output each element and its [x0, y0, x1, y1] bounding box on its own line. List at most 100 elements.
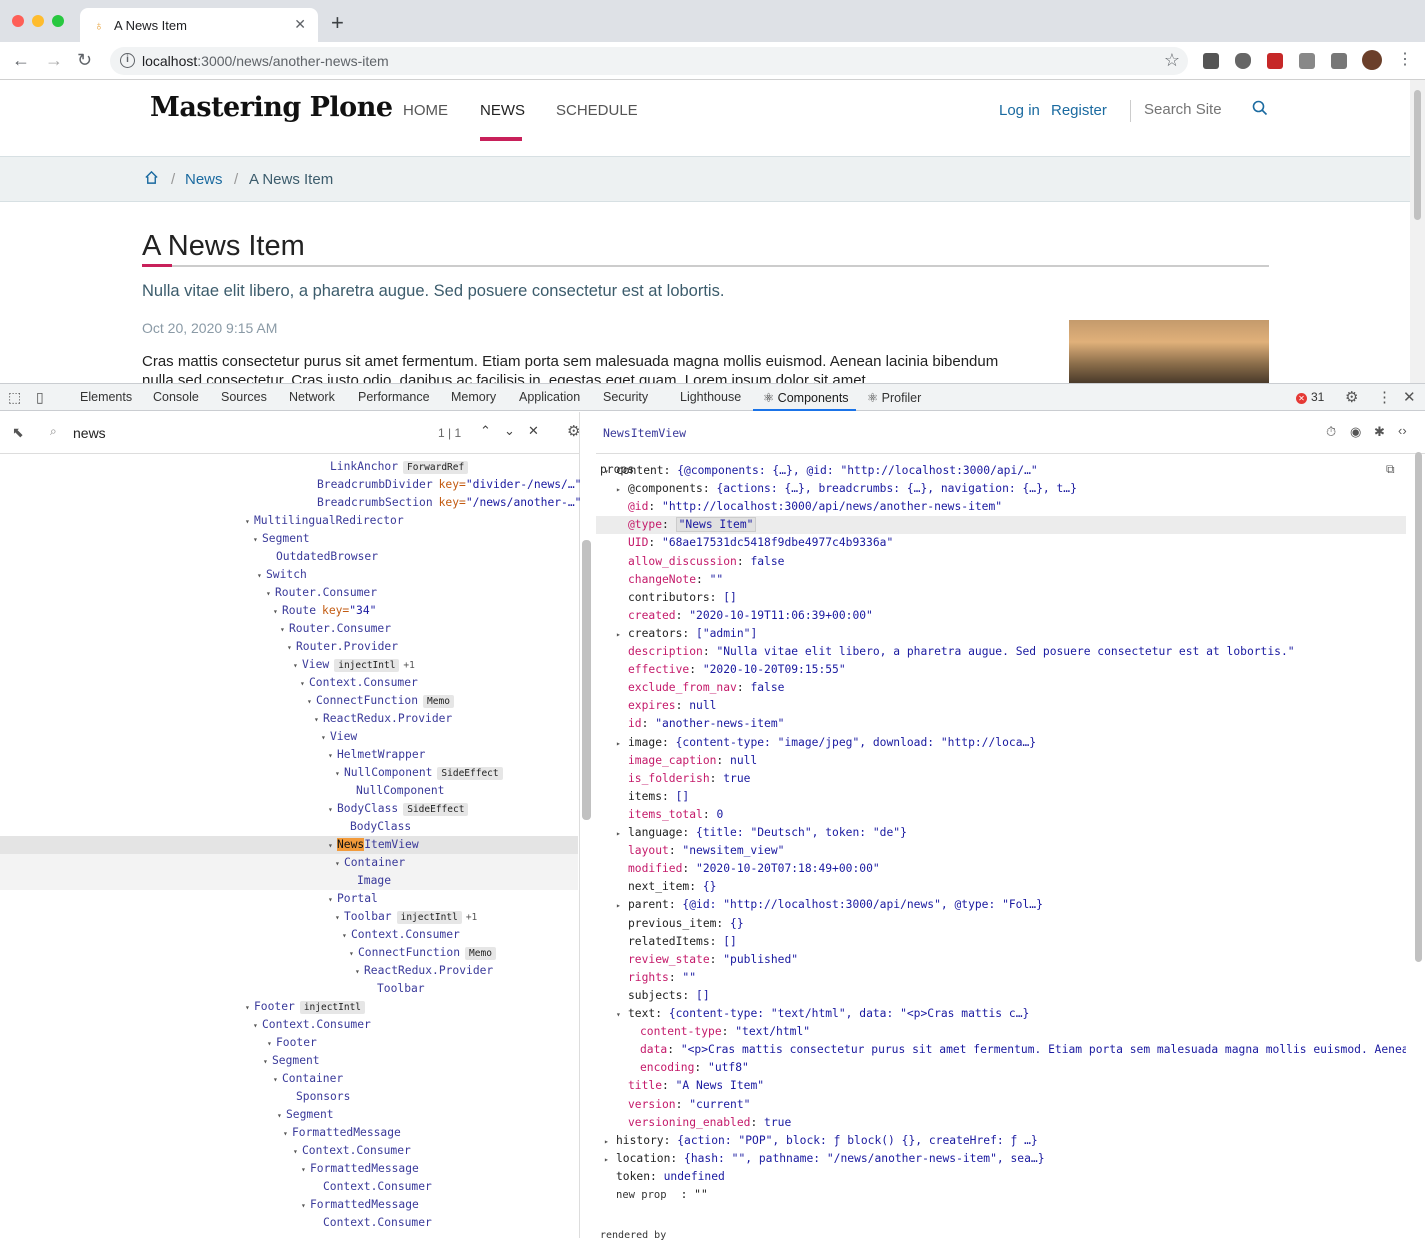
tree-row[interactable]: Toolbar	[0, 980, 578, 998]
devtools-tab-memory[interactable]: Memory	[451, 390, 496, 404]
devtools-tab-lighthouse[interactable]: Lighthouse	[680, 390, 741, 404]
tree-settings-gear-icon[interactable]: ⚙	[567, 422, 580, 440]
expand-arrow-icon[interactable]: ▾	[328, 891, 337, 909]
expand-arrow-icon[interactable]: ▾	[273, 603, 282, 621]
prop-row[interactable]: rights: ""	[596, 969, 1406, 987]
tree-row[interactable]: ▾ NewsItemView	[0, 836, 578, 854]
expand-arrow-icon[interactable]: ▾	[301, 1161, 310, 1179]
prop-row[interactable]: content-type: "text/html"	[596, 1023, 1406, 1041]
avatar[interactable]	[1362, 50, 1382, 70]
prop-value[interactable]: "utf8"	[708, 1061, 749, 1074]
select-element-icon[interactable]: ⬉	[12, 424, 24, 441]
prop-value[interactable]: true	[764, 1116, 791, 1129]
prop-value[interactable]: "2020-10-20T09:15:55"	[703, 663, 846, 676]
expand-arrow-icon[interactable]: ▾	[293, 657, 302, 675]
view-source-icon[interactable]: ‹›	[1398, 423, 1407, 438]
prop-row[interactable]: layout: "newsitem_view"	[596, 842, 1406, 860]
minimize-window-button[interactable]	[32, 15, 44, 27]
tree-row[interactable]: ▾ NullComponent SideEffect	[0, 764, 578, 782]
tree-row[interactable]: ▾ ReactRedux.Provider	[0, 710, 578, 728]
devtools-tab-application[interactable]: Application	[519, 390, 580, 404]
expand-arrow-icon[interactable]: ▸	[604, 1151, 616, 1168]
prop-value[interactable]: "text/html"	[735, 1025, 810, 1038]
expand-arrow-icon[interactable]: ▾	[314, 711, 323, 729]
eye-icon[interactable]: ◉	[1350, 424, 1361, 440]
inspect-element-icon[interactable]: ⬚	[8, 389, 21, 406]
expand-arrow-icon[interactable]: ▾	[253, 1017, 262, 1035]
prop-row[interactable]: is_folderish: true	[596, 770, 1406, 788]
prop-value[interactable]: {@components: {…}, @id: "http://localhos…	[677, 464, 1037, 477]
camera-icon[interactable]	[1299, 53, 1315, 69]
tree-row[interactable]: Context.Consumer	[0, 1178, 578, 1196]
expand-arrow-icon[interactable]: ▾	[263, 1053, 272, 1071]
prop-row[interactable]: ▸ @components: {actions: {…}, breadcrumbs…	[596, 480, 1406, 498]
prop-row[interactable]: ▸ history: {action: "POP", block: ƒ block…	[596, 1132, 1406, 1150]
page-scrollbar[interactable]	[1410, 80, 1425, 383]
tree-row[interactable]: ▾ Router.Provider	[0, 638, 578, 656]
ublock-icon[interactable]	[1235, 53, 1251, 69]
prop-row[interactable]: created: "2020-10-19T11:06:39+00:00"	[596, 607, 1406, 625]
tree-row[interactable]: ▾ Container	[0, 1070, 578, 1088]
expand-arrow-icon[interactable]: ▾	[307, 693, 316, 711]
tree-row[interactable]: ▾ FormattedMessage	[0, 1160, 578, 1178]
prop-row[interactable]: ▸ language: {title: "Deutsch", token: "de…	[596, 824, 1406, 842]
expand-arrow-icon[interactable]: ▸	[616, 735, 628, 752]
tree-row[interactable]: ▾ ConnectFunction Memo	[0, 944, 578, 962]
extension-icon-1[interactable]	[1203, 53, 1219, 69]
tree-row[interactable]: ▾ Router.Consumer	[0, 620, 578, 638]
tree-row[interactable]: ▾ HelmetWrapper	[0, 746, 578, 764]
bookmark-star-icon[interactable]: ☆	[1164, 50, 1180, 71]
tree-row[interactable]: ▾ View	[0, 728, 578, 746]
tree-row[interactable]: ▾ Container	[0, 854, 578, 872]
tree-row[interactable]: ▾ Segment	[0, 1106, 578, 1124]
tree-row[interactable]: ▾ Context.Consumer	[0, 674, 578, 692]
zoom-window-button[interactable]	[52, 15, 64, 27]
tree-row[interactable]: ▾ Route key="34"	[0, 602, 578, 620]
prop-row[interactable]: id: "another-news-item"	[596, 715, 1406, 733]
prop-row[interactable]: exclude_from_nav: false	[596, 679, 1406, 697]
extension-icon-red[interactable]	[1267, 53, 1283, 69]
search-input[interactable]	[1144, 101, 1244, 118]
prop-value[interactable]: {@id: "http://localhost:3000/api/news", …	[682, 898, 1042, 911]
close-window-button[interactable]	[12, 15, 24, 27]
expand-arrow-icon[interactable]: ▾	[300, 675, 309, 693]
prop-value[interactable]: null	[730, 754, 757, 767]
prop-value[interactable]: []	[723, 935, 737, 948]
prop-row[interactable]: token: undefined	[596, 1168, 1406, 1186]
prop-row[interactable]: UID: "68ae17531dc5418f9dbe4977c4b9336a"	[596, 534, 1406, 552]
prop-row[interactable]: @type: "News Item"	[596, 516, 1406, 535]
prop-value[interactable]: 0	[716, 808, 723, 821]
prop-value[interactable]: "News Item"	[675, 517, 757, 533]
expand-arrow-icon[interactable]: ▸	[616, 481, 628, 498]
prop-value[interactable]: : ""	[681, 1188, 708, 1201]
expand-arrow-icon[interactable]: ▾	[321, 729, 330, 747]
register-link[interactable]: Register	[1051, 102, 1107, 119]
prop-row[interactable]: description: "Nulla vitae elit libero, a…	[596, 643, 1406, 661]
prop-value[interactable]: false	[750, 681, 784, 694]
expand-arrow-icon[interactable]: ▾	[280, 621, 289, 639]
next-result-icon[interactable]: ⌄	[504, 423, 515, 439]
expand-arrow-icon[interactable]: ▾	[335, 855, 344, 873]
prop-row[interactable]: versioning_enabled: true	[596, 1114, 1406, 1132]
expand-arrow-icon[interactable]: ▸	[616, 897, 628, 914]
tree-row[interactable]: ▾ Footer injectIntl	[0, 998, 578, 1016]
prop-row[interactable]: contributors: []	[596, 589, 1406, 607]
devtools-tab-sources[interactable]: Sources	[221, 390, 267, 404]
expand-arrow-icon[interactable]: ▾	[283, 1125, 292, 1143]
prop-row[interactable]: data: "<p>Cras mattis consectetur purus …	[596, 1041, 1406, 1059]
expand-arrow-icon[interactable]: ▾	[342, 927, 351, 945]
prop-value[interactable]: undefined	[664, 1170, 725, 1183]
tree-row[interactable]: ▾ FormattedMessage	[0, 1124, 578, 1142]
prop-row[interactable]: changeNote: ""	[596, 571, 1406, 589]
tree-row[interactable]: OutdatedBrowser	[0, 548, 578, 566]
error-count-badge[interactable]: ✕ 31	[1296, 390, 1324, 404]
prop-row[interactable]: previous_item: {}	[596, 915, 1406, 933]
tree-row[interactable]: ▾ Footer	[0, 1034, 578, 1052]
tree-row[interactable]: ▾ Switch	[0, 566, 578, 584]
expand-arrow-icon[interactable]: ▾	[328, 747, 337, 765]
tree-row[interactable]: ▾ ReactRedux.Provider	[0, 962, 578, 980]
expand-arrow-icon[interactable]: ▸	[616, 825, 628, 842]
prop-value[interactable]: "current"	[689, 1098, 750, 1111]
prop-row[interactable]: effective: "2020-10-20T09:15:55"	[596, 661, 1406, 679]
timer-icon[interactable]: ⏱	[1326, 424, 1336, 440]
